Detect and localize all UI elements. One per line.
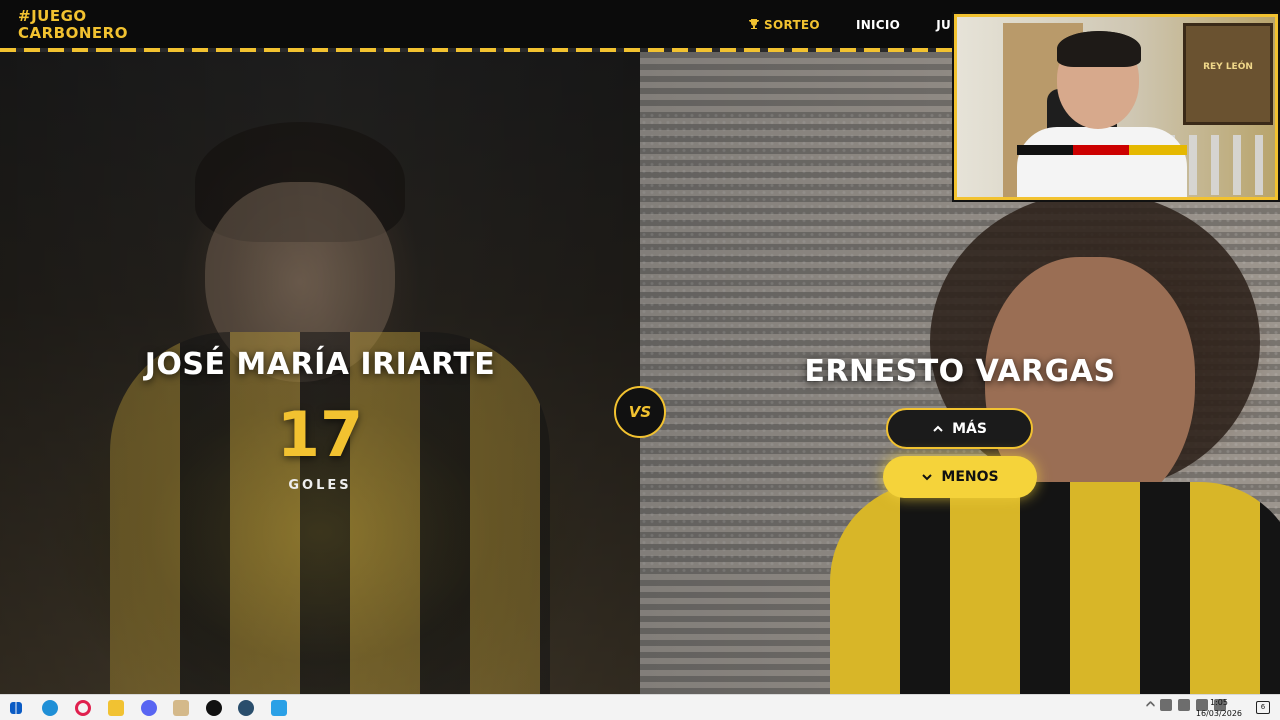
nav-links: SORTEO INICIO JUEGO [748, 18, 980, 32]
clock[interactable]: 1:05 16/03/2026 [1196, 697, 1242, 719]
chevron-up-icon[interactable] [1145, 700, 1156, 710]
more-button[interactable]: MÁS [886, 408, 1033, 449]
left-player-name: JOSÉ MARÍA IRIARTE [144, 347, 496, 382]
notification-icon[interactable]: 6 [1256, 701, 1270, 714]
left-player-panel: JOSÉ MARÍA IRIARTE 17 GOLES [0, 52, 640, 694]
right-player-name: ERNESTO VARGAS [804, 354, 1116, 389]
webcam-overlay: REY LEÓN [954, 14, 1278, 200]
edge-icon[interactable] [42, 700, 58, 716]
media-icon[interactable] [173, 700, 189, 716]
discord-icon[interactable] [141, 700, 157, 716]
vs-badge: VS [614, 386, 666, 438]
taskbar: 1:05 16/03/2026 6 [0, 694, 1280, 720]
nav-link-sorteo[interactable]: SORTEO [748, 18, 820, 32]
app-icon[interactable] [206, 700, 222, 716]
less-button-label: MENOS [941, 469, 999, 485]
microphone-icon[interactable] [1160, 699, 1172, 711]
page: JOSÉ MARÍA IRIARTE 17 GOLES ERNESTO VARG… [0, 0, 1280, 720]
photoshop-icon[interactable] [271, 700, 287, 716]
more-button-label: MÁS [952, 420, 987, 437]
less-button[interactable]: MENOS [883, 456, 1037, 498]
chevron-up-icon [933, 425, 943, 432]
trophy-icon [749, 19, 759, 29]
network-icon[interactable] [1178, 699, 1190, 711]
poster: REY LEÓN [1183, 23, 1273, 125]
steam-icon[interactable] [238, 700, 254, 716]
nav-link-inicio[interactable]: INICIO [856, 18, 900, 32]
left-player-goals: 17 [276, 398, 364, 471]
file-explorer-icon[interactable] [108, 700, 124, 716]
site-logo[interactable]: #JUEGO CARBONERO [18, 8, 128, 42]
opera-icon[interactable] [75, 700, 91, 716]
goals-label: GOLES [288, 478, 352, 493]
windows-start-icon[interactable] [10, 702, 22, 714]
chevron-down-icon [922, 474, 933, 481]
